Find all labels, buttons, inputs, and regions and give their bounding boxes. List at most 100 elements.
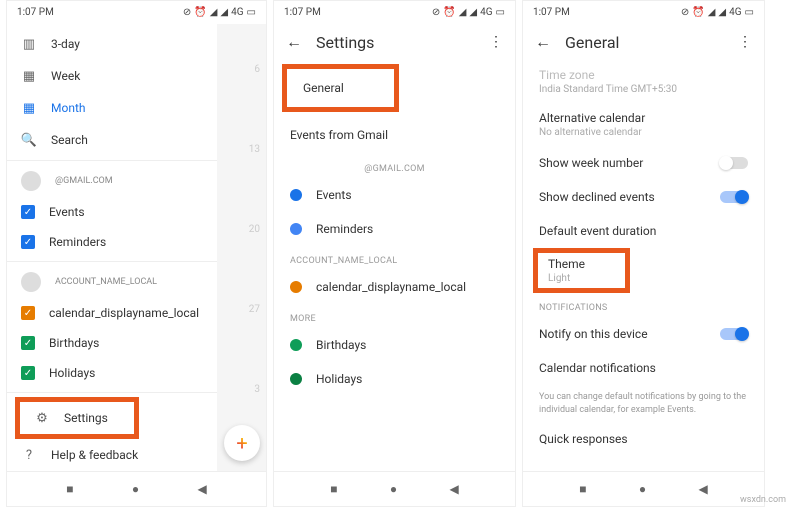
cal-birthdays[interactable]: Birthdays [274,328,515,362]
account-local-row[interactable]: ACCOUNT_NAME_LOCAL [7,266,217,298]
section-local: ACCOUNT_NAME_LOCAL [274,246,515,270]
checkbox-icon: ✓ [21,235,35,249]
back-button[interactable]: ◀ [198,482,207,496]
settings-events-gmail[interactable]: Events from Gmail [274,116,515,154]
setting-notify-device[interactable]: Notify on this device [523,317,764,351]
dnd-icon: ⊘ [432,7,440,18]
app-bar: ← General ⋮ [523,24,764,60]
toggle-on[interactable] [720,328,748,340]
avatar [21,272,41,292]
toggle-on[interactable] [720,191,748,203]
setting-default-duration[interactable]: Default event duration [523,214,764,248]
color-dot [290,189,302,201]
toggle-reminders[interactable]: ✓ Reminders [7,227,217,257]
calendar-label: Holidays [49,366,95,380]
page-title: General [565,33,724,52]
screen-general: 1:07 PM ⊘ ⏰ ◢ ◢ 4G ▭ ← General ⋮ Time zo… [522,0,765,507]
divider [7,160,217,161]
checkbox-icon: ✓ [21,306,35,320]
alarm-icon: ⏰ [692,7,704,18]
setting-show-declined[interactable]: Show declined events [523,180,764,214]
screen-calendar-drawer: 1:07 PM ⊘ ⏰ ◢ ◢ 4G ▭ ▥ 3-day ▦ [6,0,267,507]
dnd-icon: ⊘ [681,7,689,18]
cal-holidays[interactable]: Holidays [274,362,515,396]
highlight-settings: ⚙ Settings [15,397,139,439]
overflow-icon[interactable]: ⋮ [489,34,503,50]
home-button[interactable]: ● [390,482,397,496]
columns-icon: ▥ [21,36,37,52]
settings-general[interactable]: General [287,69,394,107]
calendar-label: Birthdays [49,336,99,350]
highlight-general: General [282,64,399,112]
cal-local[interactable]: calendar_displayname_local [274,270,515,304]
recents-button[interactable]: ■ [579,482,586,496]
section-account: @GMAIL.COM [274,154,515,178]
clock: 1:07 PM [284,7,321,18]
color-dot [290,373,302,385]
view-week[interactable]: ▦ Week [7,60,217,92]
android-navbar: ■ ● ◀ [523,471,764,506]
network-label: 4G [231,7,243,18]
plus-icon: + [236,431,247,455]
battery-icon: ▭ [496,7,505,18]
back-icon[interactable]: ← [286,32,302,52]
toggle-birthdays[interactable]: ✓ Birthdays [7,328,217,358]
toggle-holidays[interactable]: ✓ Holidays [7,358,217,388]
divider [7,261,217,262]
setting-timezone: Time zone India Standard Time GMT+5:30 [523,60,764,103]
fab-create[interactable]: + [224,425,260,461]
settings-button[interactable]: ⚙ Settings [20,402,134,434]
help-label: Help & feedback [51,448,138,462]
app-bar: ← Settings ⋮ [274,24,515,60]
status-bar: 1:07 PM ⊘ ⏰ ◢ ◢ 4G ▭ [7,1,266,24]
status-bar: 1:07 PM ⊘ ⏰ ◢ ◢ 4G ▭ [523,1,764,24]
home-button[interactable]: ● [132,482,139,496]
clock: 1:07 PM [533,7,570,18]
home-button[interactable]: ● [639,482,646,496]
view-label: Week [51,69,80,83]
highlight-theme: Theme Light [533,248,630,293]
cal-events[interactable]: Events [274,178,515,212]
screen-settings: 1:07 PM ⊘ ⏰ ◢ ◢ 4G ▭ ← Settings ⋮ Genera… [273,0,516,507]
toggle-off[interactable] [720,157,748,169]
nav-drawer: ▥ 3-day ▦ Week ▦ Month 🔍 Search [7,24,217,471]
checkbox-icon: ✓ [21,336,35,350]
back-button[interactable]: ◀ [699,482,708,496]
recents-button[interactable]: ■ [330,482,337,496]
view-label: Month [51,101,85,115]
toggle-local-cal[interactable]: ✓ calendar_displayname_local [7,298,217,328]
divider [7,392,217,393]
alarm-icon: ⏰ [443,7,455,18]
android-navbar: ■ ● ◀ [7,471,266,506]
overflow-icon[interactable]: ⋮ [738,34,752,50]
view-label: Search [51,133,88,147]
view-3day[interactable]: ▥ 3-day [7,28,217,60]
help-button[interactable]: ? Help & feedback [7,439,217,471]
color-dot [290,339,302,351]
android-navbar: ■ ● ◀ [274,471,515,506]
back-icon[interactable]: ← [535,32,551,52]
signal-icon: ◢ [708,7,716,18]
section-more: MORE [274,304,515,328]
signal-icon: ◢ [469,7,477,18]
setting-cal-notifications[interactable]: Calendar notifications [523,351,764,385]
cal-reminders[interactable]: Reminders [274,212,515,246]
checkbox-icon: ✓ [21,205,35,219]
view-month[interactable]: ▦ Month [7,92,217,124]
toggle-events[interactable]: ✓ Events [7,197,217,227]
signal-icon: ◢ [459,7,467,18]
clock: 1:07 PM [17,7,54,18]
setting-alt-calendar[interactable]: Alternative calendar No alternative cale… [523,103,764,146]
columns-icon: ▦ [21,68,37,84]
gear-icon: ⚙ [34,410,50,426]
back-button[interactable]: ◀ [450,482,459,496]
setting-theme[interactable]: Theme Light [548,257,615,284]
help-icon: ? [21,447,37,463]
recents-button[interactable]: ■ [66,482,73,496]
search[interactable]: 🔍 Search [7,124,217,156]
setting-show-week[interactable]: Show week number [523,146,764,180]
network-label: 4G [729,7,741,18]
setting-quick-responses[interactable]: Quick responses [523,422,764,456]
account-row[interactable]: @GMAIL.COM [7,165,217,197]
grid-icon: ▦ [21,100,37,116]
